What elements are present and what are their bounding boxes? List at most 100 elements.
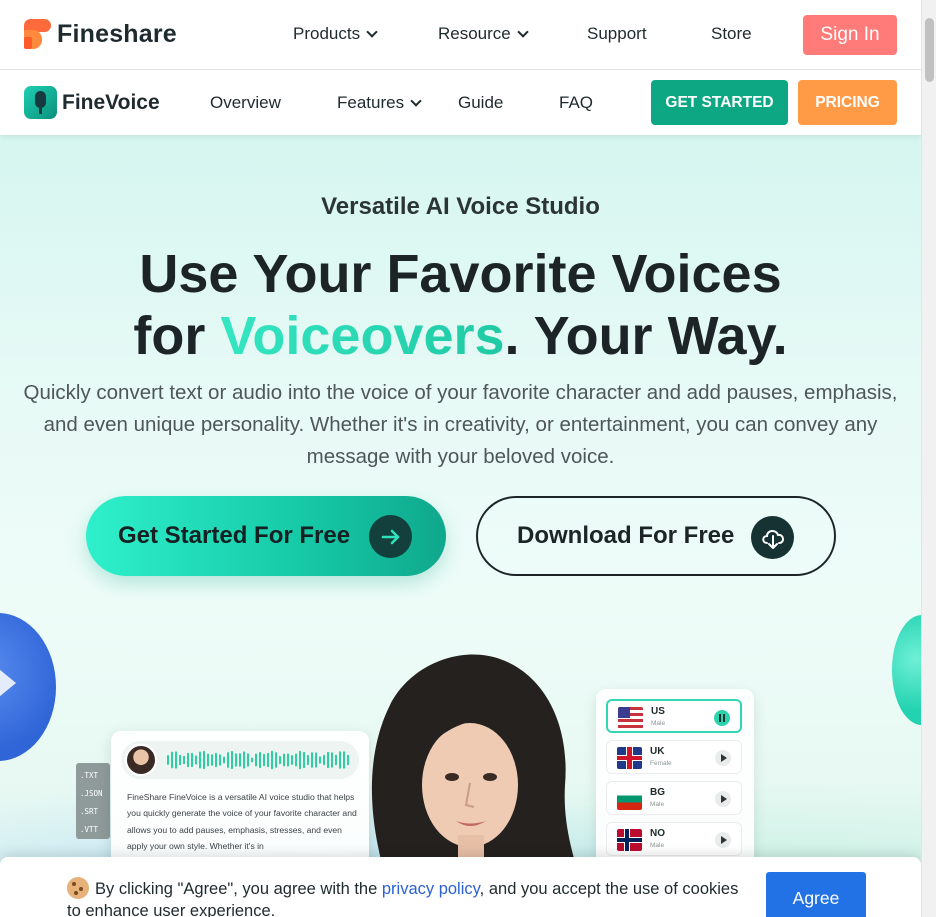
subnav-item-overview[interactable]: Overview xyxy=(210,93,281,113)
play-icon[interactable] xyxy=(715,750,731,766)
product-navigation: FineVoice Overview Features Guide FAQ GE… xyxy=(0,70,921,135)
waveform-bar xyxy=(171,751,173,769)
waveform-icon xyxy=(167,750,349,770)
waveform-bar xyxy=(187,752,189,768)
pause-icon[interactable] xyxy=(714,710,730,726)
cookie-message: By clicking "Agree", you agree with the … xyxy=(67,877,747,917)
waveform-bar xyxy=(243,751,245,769)
download-free-button[interactable]: Download For Free xyxy=(476,496,836,576)
nav-item-store[interactable]: Store xyxy=(711,24,752,44)
waveform-bar xyxy=(315,752,317,768)
voice-language-card: US Male UK Female BG Male NO Male xyxy=(596,689,754,879)
waveform-bar xyxy=(191,752,193,768)
scrollbar-thumb[interactable] xyxy=(925,18,934,82)
waveform-bar xyxy=(231,750,233,770)
waveform-bar xyxy=(207,753,209,767)
waveform-bar xyxy=(287,753,289,767)
hero-description: Quickly convert text or audio into the v… xyxy=(23,381,898,468)
waveform-bar xyxy=(327,751,329,769)
subnav-item-faq[interactable]: FAQ xyxy=(559,93,593,113)
nav-item-products[interactable]: Products xyxy=(293,24,378,44)
waveform-bar xyxy=(219,754,221,766)
waveform-bar xyxy=(319,756,321,764)
waveform-bar xyxy=(183,755,185,765)
waveform-bar xyxy=(291,754,293,766)
hero-section: Versatile AI Voice Studio Use Your Favor… xyxy=(0,135,921,917)
sign-in-button[interactable]: Sign In xyxy=(803,15,897,55)
waveform-bar xyxy=(239,753,241,767)
finevoice-logo[interactable]: FineVoice xyxy=(24,86,160,119)
waveform-bar xyxy=(311,752,313,768)
waveform-bar xyxy=(211,754,213,766)
language-item-us[interactable]: US Male xyxy=(606,699,742,733)
waveform-bar xyxy=(299,750,301,770)
waveform-bar xyxy=(195,755,197,765)
play-icon[interactable] xyxy=(715,791,731,807)
waveform-bar xyxy=(331,752,333,768)
uk-flag-icon xyxy=(617,747,642,769)
subnav-item-guide[interactable]: Guide xyxy=(458,93,503,113)
avatar xyxy=(125,744,157,776)
waveform-bar xyxy=(279,755,281,765)
arrow-right-icon xyxy=(369,515,412,558)
language-item-bg[interactable]: BG Male xyxy=(606,781,742,815)
waveform-bar xyxy=(267,752,269,768)
waveform-bar xyxy=(255,753,257,767)
waveform-bar xyxy=(323,754,325,766)
fineshare-logo-icon xyxy=(24,19,51,49)
waveform-bar xyxy=(335,754,337,766)
page-scrollbar[interactable] xyxy=(921,0,936,917)
waveform-bar xyxy=(251,757,253,763)
waveform-bar xyxy=(223,756,225,764)
waveform-bar xyxy=(303,751,305,769)
chevron-down-icon xyxy=(517,25,529,38)
play-icon[interactable] xyxy=(715,832,731,848)
waveform-bar xyxy=(295,753,297,767)
waveform-bar xyxy=(343,751,345,769)
waveform-bar xyxy=(259,751,261,769)
play-orb-decoration xyxy=(0,613,56,761)
waveform-bar xyxy=(307,754,309,766)
waveform-bar xyxy=(199,751,201,769)
waveform-bar xyxy=(247,753,249,767)
hero-tagline: Versatile AI Voice Studio xyxy=(321,193,600,220)
script-text-card: FineShare FineVoice is a versatile AI vo… xyxy=(111,731,369,871)
language-item-no[interactable]: NO Male xyxy=(606,822,742,856)
chevron-down-icon xyxy=(366,25,378,38)
chevron-down-icon xyxy=(410,94,422,107)
pricing-button[interactable]: PRICING xyxy=(798,80,897,125)
top-navigation: Fineshare Products Resource Support Stor… xyxy=(0,0,921,70)
file-format-tags: .TXT .JSON .SRT .VTT xyxy=(76,763,110,839)
language-item-uk[interactable]: UK Female xyxy=(606,740,742,774)
product-name: FineVoice xyxy=(62,90,160,114)
get-started-free-button[interactable]: Get Started For Free xyxy=(86,496,446,576)
no-flag-icon xyxy=(617,829,642,851)
waveform-bar xyxy=(283,753,285,767)
privacy-policy-link[interactable]: privacy policy xyxy=(382,880,480,898)
nav-item-support[interactable]: Support xyxy=(587,24,647,44)
microphone-icon xyxy=(24,86,57,119)
waveform-bar xyxy=(215,752,217,768)
nav-item-resource[interactable]: Resource xyxy=(438,24,529,44)
waveform-bar xyxy=(175,751,177,769)
cloud-download-icon xyxy=(751,516,794,559)
waveform-bar xyxy=(271,750,273,770)
headline-accent: Voiceovers xyxy=(220,306,505,366)
us-flag-icon xyxy=(618,707,643,729)
script-text: FineShare FineVoice is a versatile AI vo… xyxy=(127,792,357,852)
waveform-bar xyxy=(227,752,229,768)
fineshare-logo[interactable]: Fineshare xyxy=(24,19,177,49)
hero-headline: Use Your Favorite Voices for Voiceovers.… xyxy=(133,244,788,366)
waveform-bar xyxy=(203,750,205,770)
subnav-item-features[interactable]: Features xyxy=(337,93,422,113)
cookie-icon xyxy=(67,877,89,899)
bg-flag-icon xyxy=(617,788,642,810)
orb-decoration xyxy=(892,615,921,725)
waveform-bar xyxy=(167,755,169,765)
waveform-bar xyxy=(235,753,237,767)
agree-button[interactable]: Agree xyxy=(766,872,866,917)
get-started-button[interactable]: GET STARTED xyxy=(651,80,788,125)
waveform-bar xyxy=(347,754,349,766)
waveform-bar xyxy=(179,754,181,766)
brand-name: Fineshare xyxy=(57,19,177,48)
